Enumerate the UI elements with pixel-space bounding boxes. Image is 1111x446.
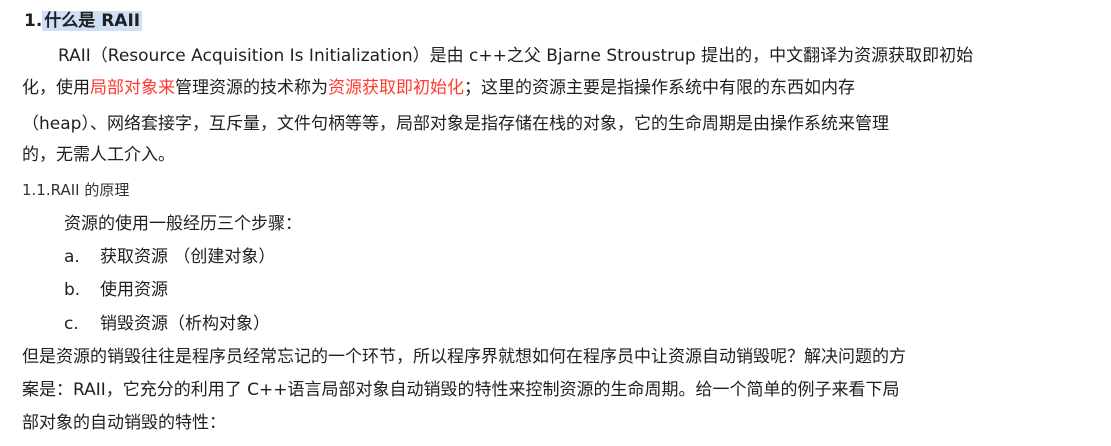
list-item-text: 销毁资源（析构对象） bbox=[100, 314, 270, 334]
list-marker: b. bbox=[64, 280, 81, 300]
intro-line-4: 的，无需人工介入。 bbox=[22, 145, 175, 165]
list-item: c. 销毁资源（析构对象） bbox=[64, 312, 270, 336]
subsection-heading: 1.1.RAII 的原理 bbox=[22, 181, 130, 199]
conclusion-line-3: 部对象的自动销毁的特性： bbox=[22, 413, 226, 433]
intro-line-2-part-a: 化，使用 bbox=[22, 78, 90, 98]
emphasis-local-object: 局部对象来 bbox=[90, 78, 175, 98]
section-title[interactable]: 什么是 RAII bbox=[42, 11, 143, 31]
document-page: 1. 什么是 RAII RAII（Resource Acquisition Is … bbox=[0, 0, 1111, 446]
intro-line-3: （heap）、网络套接字，互斥量，文件句柄等等，局部对象是指存储在栈的对象，它的… bbox=[22, 114, 889, 134]
intro-line-2: 化，使用局部对象来管理资源的技术称为资源获取即初始化；这里的资源主要是指操作系统… bbox=[22, 76, 855, 100]
section-number: 1. bbox=[24, 11, 43, 31]
list-item-text: 获取资源 （创建对象） bbox=[100, 247, 276, 267]
intro-line-2-part-b: 管理资源的技术称为 bbox=[175, 78, 328, 98]
list-item: a. 获取资源 （创建对象） bbox=[64, 245, 275, 269]
conclusion-line-1: 但是资源的销毁往往是程序员经常忘记的一个环节，所以程序界就想如何在程序员中让资源… bbox=[22, 347, 906, 367]
list-marker: c. bbox=[64, 314, 79, 334]
list-item-text: 使用资源 bbox=[100, 280, 168, 300]
list-item: b. 使用资源 bbox=[64, 278, 168, 302]
intro-line-1: RAII（Resource Acquisition Is Initializat… bbox=[58, 46, 974, 66]
list-marker: a. bbox=[64, 247, 80, 267]
section-heading: 1. 什么是 RAII bbox=[24, 8, 143, 34]
steps-intro: 资源的使用一般经历三个步骤： bbox=[64, 214, 302, 234]
emphasis-raii-term: 资源获取即初始化 bbox=[328, 78, 464, 98]
conclusion-line-2: 案是：RAII，它充分的利用了 C++语言局部对象自动销毁的特性来控制资源的生命… bbox=[22, 380, 900, 400]
intro-line-2-part-c: ；这里的资源主要是指操作系统中有限的东西如内存 bbox=[464, 78, 855, 98]
